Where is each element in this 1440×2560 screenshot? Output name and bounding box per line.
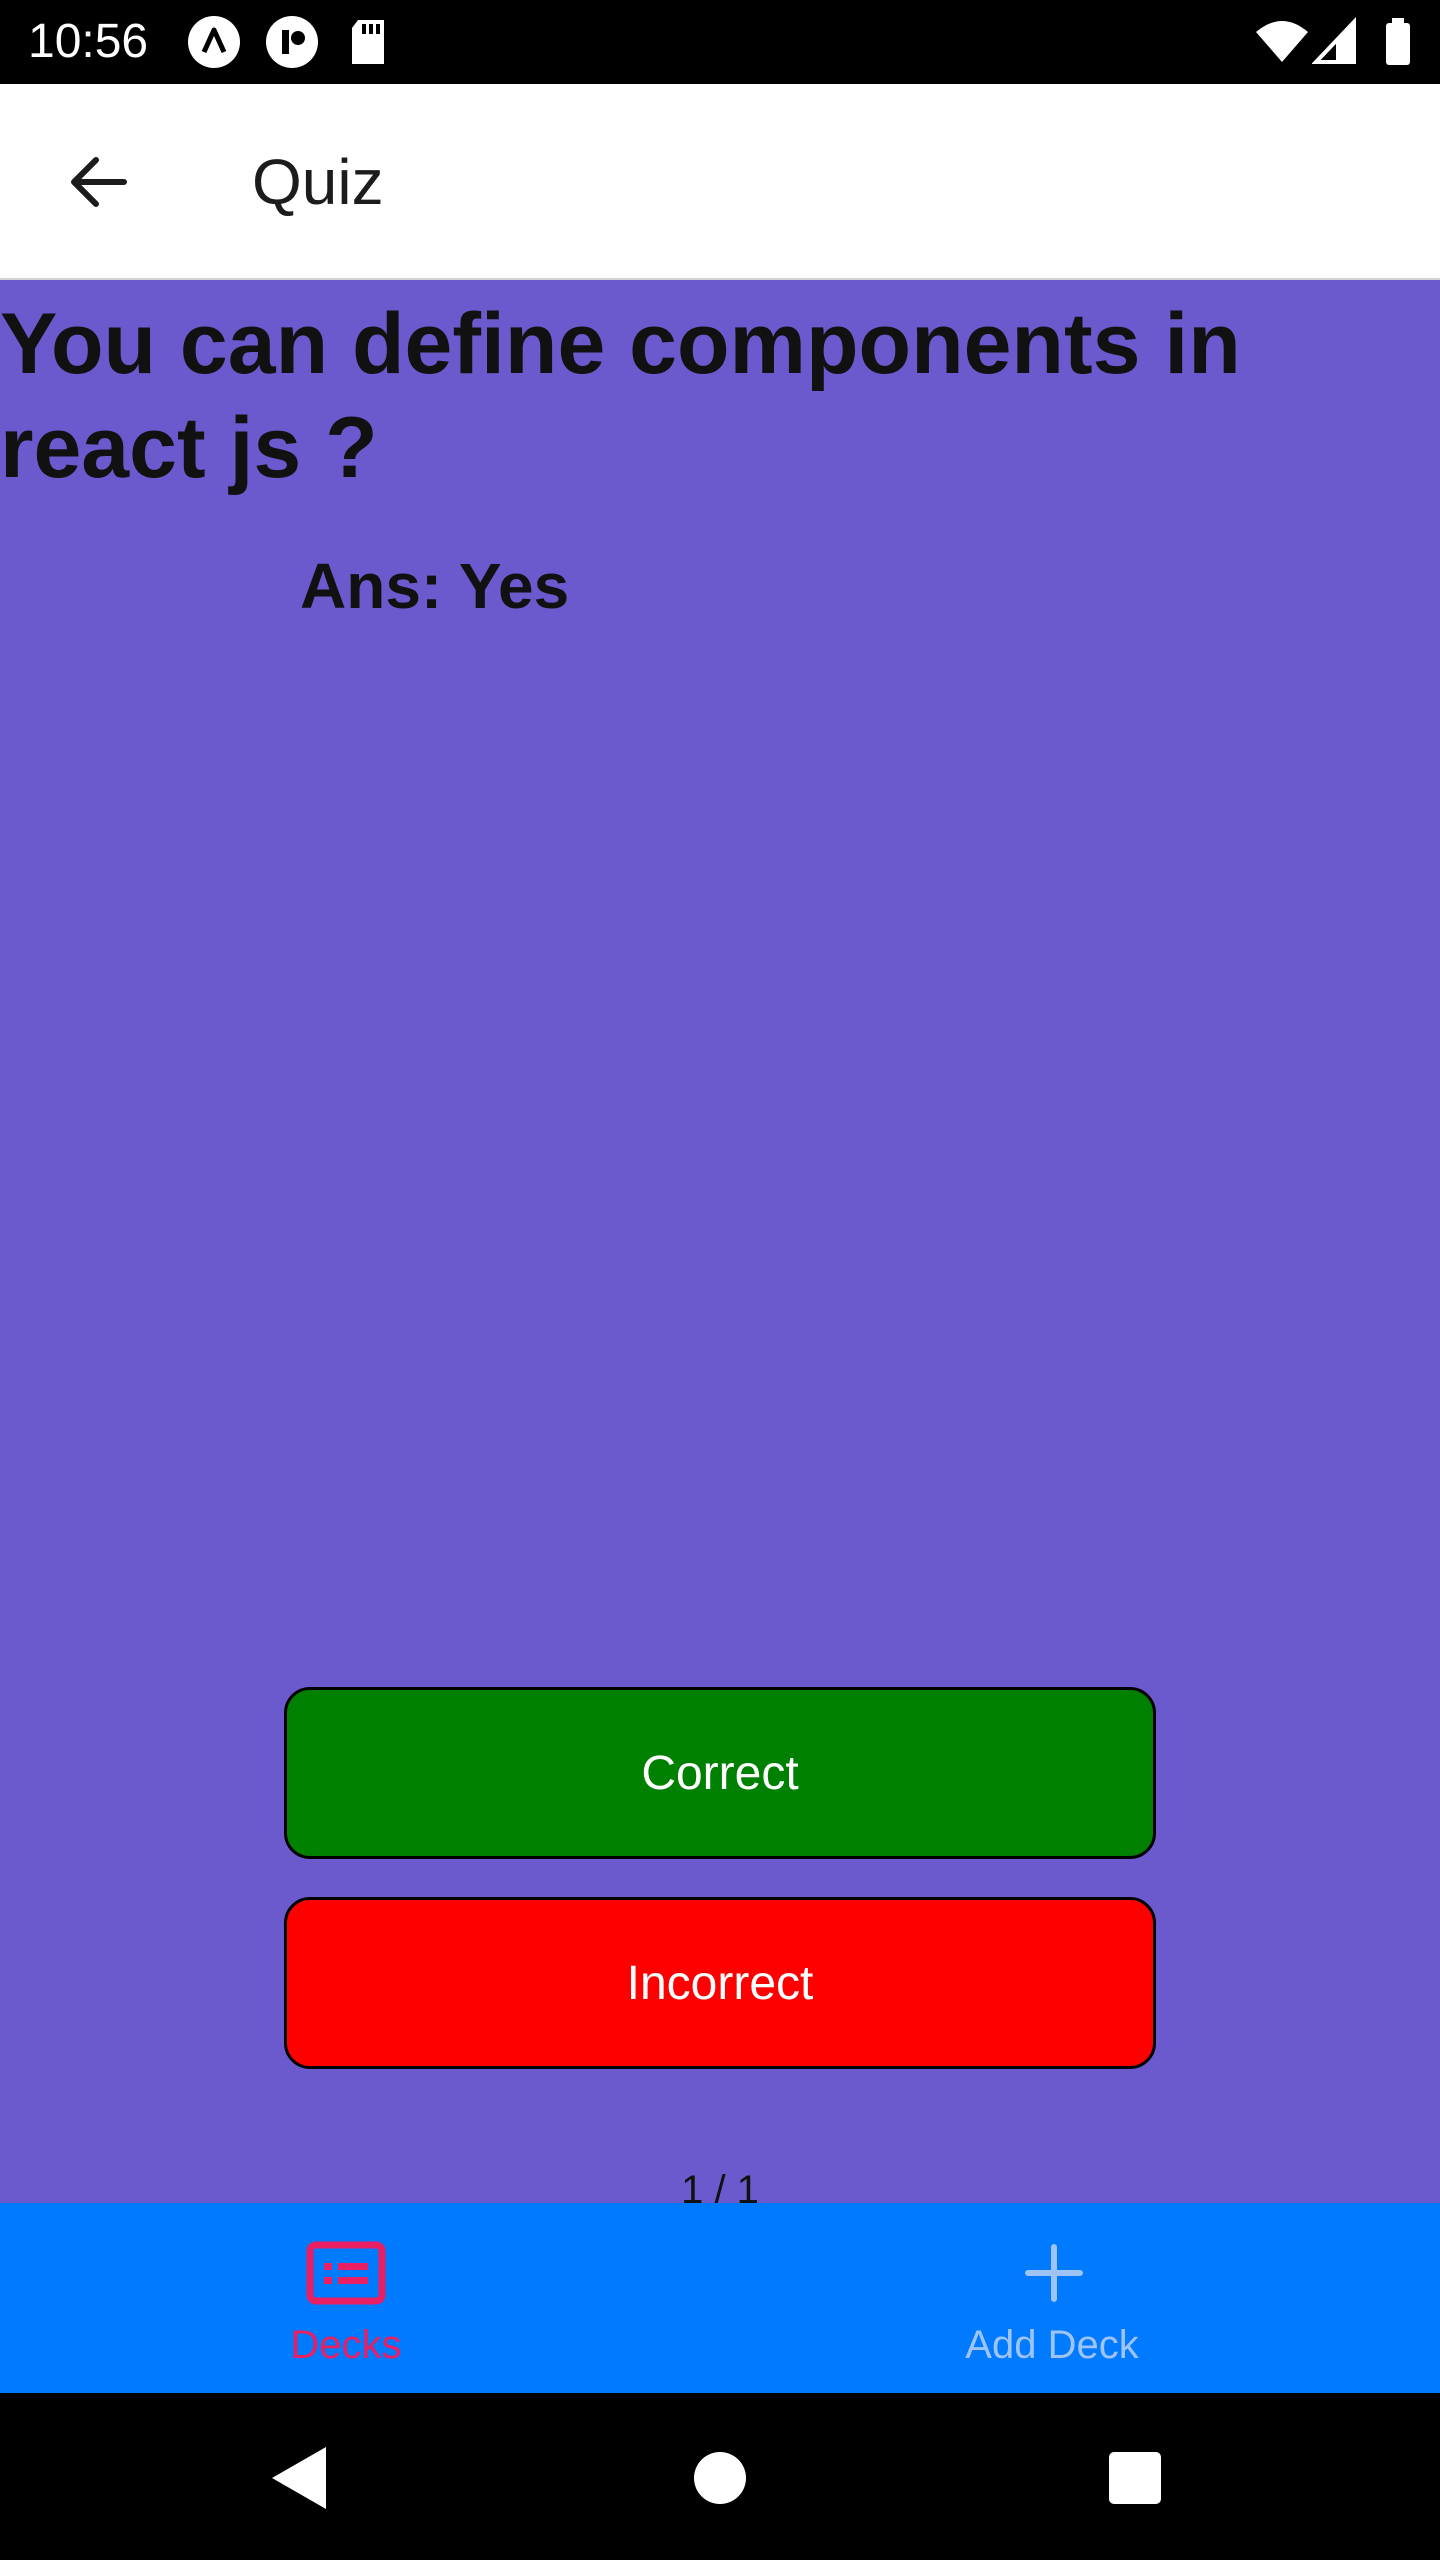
incorrect-button[interactable]: Incorrect	[284, 1897, 1156, 2069]
app-bar: Quiz	[0, 84, 1440, 280]
tab-decks-label: Decks	[290, 2323, 402, 2367]
system-back-button[interactable]	[255, 2433, 345, 2523]
question-text: You can define components in react js ?	[0, 296, 1241, 496]
tab-add-deck-label: Add Deck	[965, 2323, 1139, 2367]
app-notification-icon-2	[266, 16, 318, 68]
status-bar: 10:56	[0, 0, 1440, 84]
tab-decks[interactable]: Decks	[0, 2203, 720, 2393]
cellular-signal-icon	[1311, 16, 1358, 68]
battery-icon	[1384, 16, 1412, 68]
sd-card-icon	[348, 16, 388, 68]
page-title: Quiz	[252, 146, 384, 218]
circle-home-icon	[694, 2452, 746, 2504]
app-notification-icon	[188, 16, 240, 68]
quiz-screen: 10:56 Quiz You can define components in …	[0, 0, 1440, 2560]
wifi-icon	[1254, 16, 1310, 68]
system-nav-bar	[0, 2393, 1440, 2560]
cards-icon	[306, 2241, 386, 2309]
answer-text: Ans: Yes	[300, 550, 570, 622]
status-time: 10:56	[28, 15, 149, 68]
triangle-back-icon	[272, 2447, 326, 2509]
arrow-left-icon	[71, 157, 127, 207]
plus-icon	[1024, 2243, 1084, 2307]
system-home-button[interactable]	[675, 2433, 765, 2523]
bottom-tab-bar: Decks Add Deck	[0, 2203, 1440, 2393]
back-button[interactable]	[48, 132, 148, 232]
correct-button[interactable]: Correct	[284, 1687, 1156, 1859]
square-recents-icon	[1109, 2452, 1161, 2504]
tab-add-deck[interactable]: Add Deck	[720, 2203, 1440, 2393]
system-recents-button[interactable]	[1090, 2433, 1180, 2523]
